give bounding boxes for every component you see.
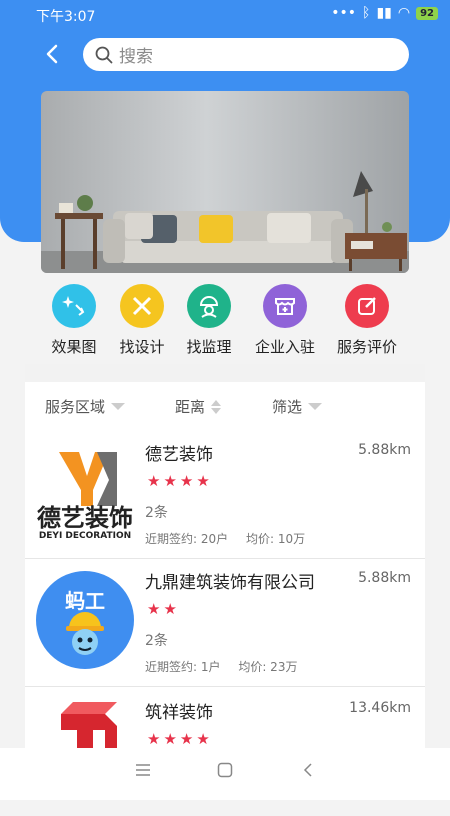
company-distance: 13.46km	[349, 700, 411, 716]
search-bar[interactable]: 搜索	[83, 38, 409, 71]
rating-stars: ★★	[147, 600, 180, 618]
category-label: 服务评价	[336, 338, 397, 356]
edit-icon	[345, 284, 389, 328]
category-row: 效果图 找设计 找监理 企业入驻 服务评价	[0, 284, 450, 364]
signal-icon: ▮▮	[376, 5, 392, 21]
living-room-illustration	[41, 171, 409, 273]
status-time: 下午3:07	[36, 9, 96, 25]
category-review[interactable]: 服务评价	[322, 284, 412, 357]
chevron-left-icon	[46, 44, 58, 64]
company-meta: 近期签约: 20户 均价: 10万	[145, 530, 305, 547]
hardhat-worker-icon	[187, 284, 231, 328]
company-meta: 近期签约: 1户 均价: 23万	[145, 658, 297, 675]
status-icons: ••• ᛒ ▮▮ ◠ 92	[331, 5, 438, 21]
more-dots-icon: •••	[331, 5, 357, 21]
average-price: 均价: 23万	[238, 660, 298, 674]
review-count: 2条	[145, 505, 168, 521]
home-button[interactable]	[217, 762, 233, 782]
menu-button[interactable]	[135, 762, 151, 781]
status-bar: 下午3:07 ••• ᛒ ▮▮ ◠ 92	[0, 0, 450, 28]
sort-icon	[211, 399, 222, 414]
filter-service-area[interactable]: 服务区域	[45, 396, 126, 417]
company-distance: 5.88km	[358, 570, 411, 586]
back-button[interactable]	[40, 40, 64, 68]
company-list-sheet: 服务区域 距离 筛选 德艺装饰 DEYI DECORATION 德艺装饰 5.8…	[25, 364, 425, 800]
logo-text: 蚂工	[65, 589, 105, 613]
company-distance: 5.88km	[358, 442, 411, 458]
banner-image[interactable]	[41, 91, 409, 273]
search-icon	[95, 46, 113, 63]
chevron-left-icon	[303, 763, 312, 777]
average-price: 均价: 10万	[245, 532, 306, 546]
category-label: 企业入驻	[254, 338, 315, 356]
category-join[interactable]: 企业入驻	[240, 284, 330, 357]
company-item-deyi[interactable]: 德艺装饰 DEYI DECORATION 德艺装饰 5.88km ★★★★ 2条…	[25, 430, 425, 559]
filter-distance[interactable]: 距离	[175, 396, 222, 417]
menu-icon	[136, 764, 150, 776]
recent-signed: 近期签约: 20户	[145, 532, 229, 546]
logo-text: 德艺装饰	[37, 504, 133, 532]
sparkle-icon	[52, 284, 96, 328]
bluetooth-icon: ᛒ	[362, 5, 371, 21]
company-item-jiuding[interactable]: 蚂工 九鼎建筑装饰有限公司 5.88km ★★ 2条 近期签约: 1户 均价: …	[25, 558, 425, 687]
filter-label: 服务区域	[45, 398, 106, 416]
recent-signed: 近期签约: 1户	[145, 660, 221, 674]
filter-label: 筛选	[272, 398, 303, 416]
caret-down-icon	[111, 402, 126, 410]
review-count: 2条	[145, 633, 168, 649]
company-name: 九鼎建筑装饰有限公司	[145, 573, 315, 593]
pencil-ruler-icon	[120, 284, 164, 328]
rating-stars: ★★★★	[147, 730, 213, 748]
storefront-plus-icon	[263, 284, 307, 328]
system-nav-bar	[0, 748, 450, 800]
home-square-icon	[217, 762, 233, 778]
company-logo-magong: 蚂工	[35, 570, 135, 670]
logo-subtext: DEYI DECORATION	[39, 531, 131, 541]
filter-bar: 服务区域 距离 筛选	[25, 392, 425, 422]
company-logo-deyi: 德艺装饰 DEYI DECORATION	[35, 442, 135, 542]
company-name: 德艺装饰	[145, 445, 213, 465]
filter-label: 距离	[175, 398, 206, 416]
divider-band	[25, 364, 425, 382]
filter-screen[interactable]: 筛选	[272, 396, 323, 417]
company-name: 筑祥装饰	[145, 703, 213, 723]
caret-down-icon	[308, 402, 323, 410]
back-nav-button[interactable]	[302, 762, 314, 782]
search-placeholder: 搜索	[119, 47, 153, 67]
wifi-icon: ◠	[397, 5, 411, 21]
battery-badge: 92	[416, 6, 438, 20]
rating-stars: ★★★★	[147, 472, 213, 490]
